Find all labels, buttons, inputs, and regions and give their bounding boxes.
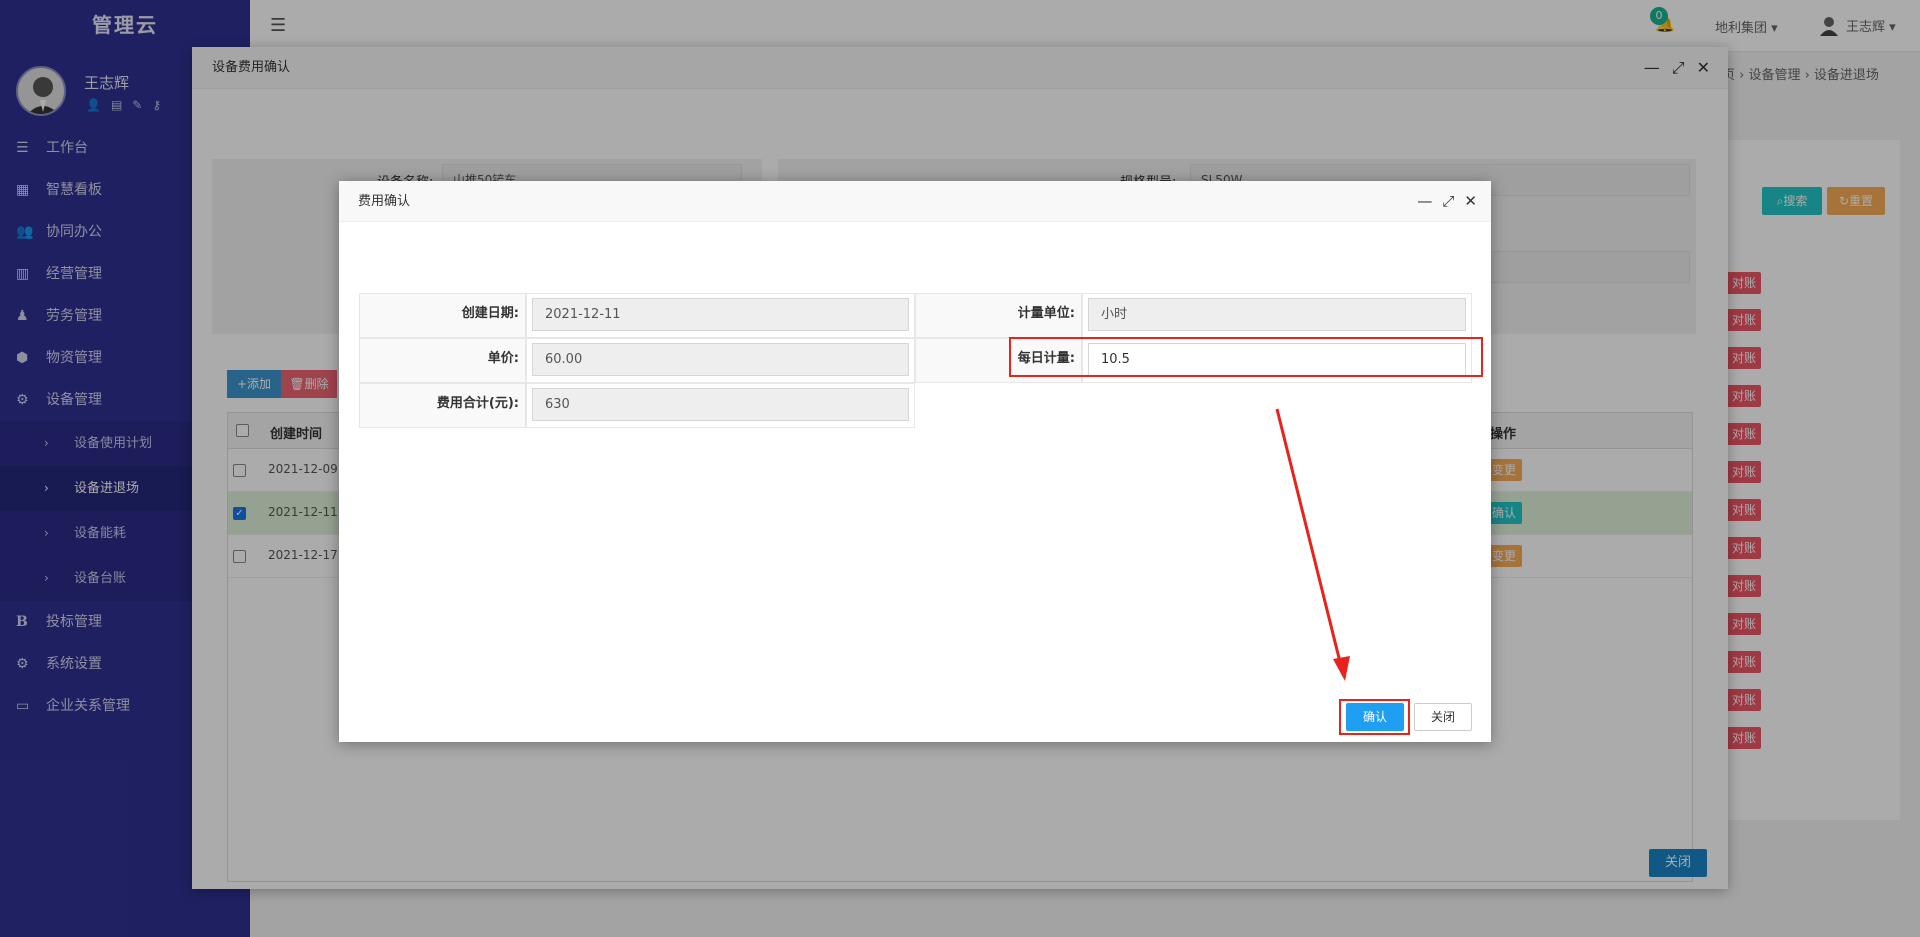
close-button[interactable]: 关闭: [1414, 703, 1472, 731]
confirm-button[interactable]: 确认: [1346, 703, 1404, 731]
fee-confirm-modal: 费用确认 — ⤢ ✕ 创建日期: 2021-12-11 计量单位: 小时 单价:…: [339, 181, 1491, 742]
arrow-annotation-icon: [1275, 408, 1350, 681]
